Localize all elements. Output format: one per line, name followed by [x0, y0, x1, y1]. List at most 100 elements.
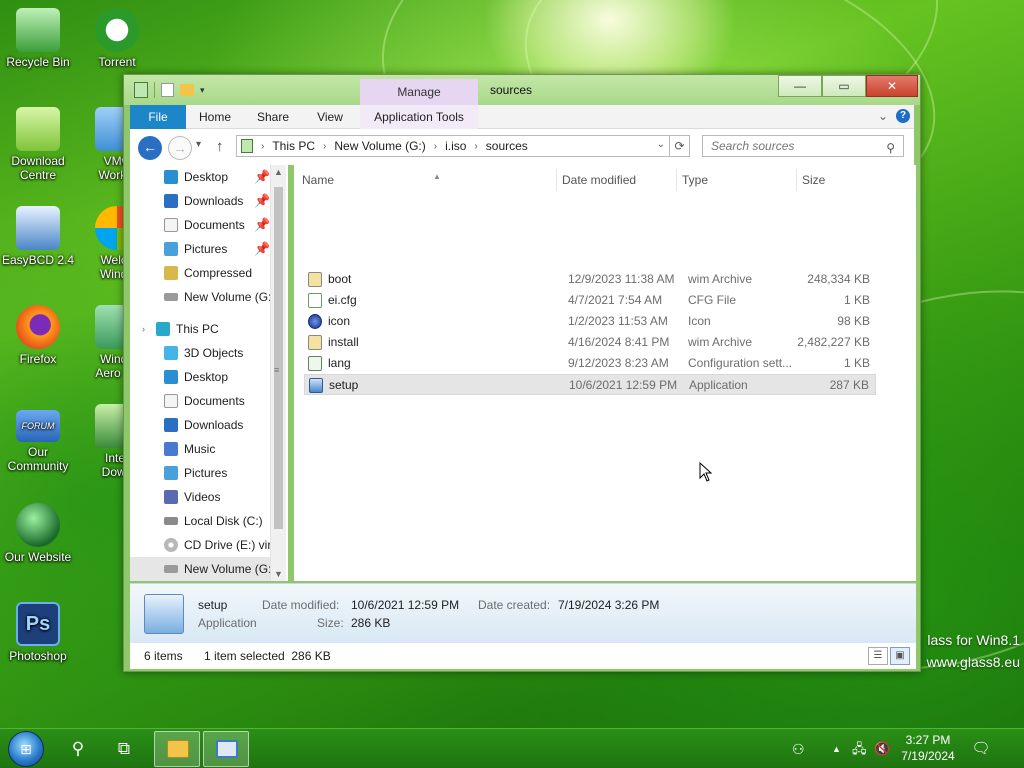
chevron-right-icon[interactable]: › — [474, 141, 477, 152]
refresh-button[interactable]: ⟳ — [670, 135, 690, 157]
recent-locations-icon[interactable]: ▾ — [196, 139, 201, 150]
nav-item-desktop-pc[interactable]: Desktop — [130, 365, 270, 389]
nav-item-local-disk-c[interactable]: Local Disk (C:) — [130, 509, 270, 533]
nav-item-documents[interactable]: Documents 📌 — [130, 213, 270, 237]
qat-dropdown-icon[interactable]: ▾ — [200, 85, 205, 96]
cfg-file-icon — [308, 293, 322, 308]
scrollbar-thumb[interactable] — [274, 187, 283, 529]
chevron-right-icon[interactable]: › — [323, 141, 326, 152]
show-hidden-icons-icon[interactable]: ▲ — [832, 729, 841, 768]
column-separator[interactable] — [556, 169, 557, 191]
nav-item-downloads[interactable]: Downloads 📌 — [130, 189, 270, 213]
scroll-down-arrow-icon[interactable]: ▼ — [274, 569, 283, 579]
breadcrumb-this-pc[interactable]: This PC — [272, 139, 315, 153]
nav-item-compressed[interactable]: Compressed — [130, 261, 270, 285]
desktop-icon — [164, 170, 178, 184]
nav-item-this-pc[interactable]: › This PC — [130, 317, 270, 341]
large-icons-view-icon[interactable]: ▣ — [890, 647, 910, 665]
breadcrumb-new-volume[interactable]: New Volume (G:) — [334, 139, 425, 153]
taskbar-file-explorer[interactable] — [154, 731, 200, 767]
nav-item-documents-pc[interactable]: Documents — [130, 389, 270, 413]
people-icon[interactable]: ⚇ — [792, 729, 805, 768]
nav-item-videos[interactable]: Videos — [130, 485, 270, 509]
taskbar-control-panel[interactable] — [203, 731, 249, 767]
desktop-icon-firefox[interactable]: Firefox — [0, 305, 76, 366]
column-header-type[interactable]: Type — [682, 173, 708, 187]
address-dropdown-icon[interactable]: ⌄ — [657, 139, 665, 150]
nav-item-new-volume-g[interactable]: New Volume (G: — [130, 557, 270, 581]
minimize-button[interactable]: — — [778, 75, 822, 97]
desktop-icon-photoshop[interactable]: Ps Photoshop — [0, 602, 76, 663]
search-input[interactable]: Search sources ⚲ — [702, 135, 904, 157]
globe-icon — [16, 503, 60, 547]
tab-file[interactable]: File — [130, 105, 186, 129]
desktop-icon-recycle-bin[interactable]: Recycle Bin — [0, 8, 76, 69]
file-row[interactable]: icon 1/2/2023 11:53 AM Icon 98 KB — [304, 311, 876, 332]
column-separator[interactable] — [676, 169, 677, 191]
column-header-size[interactable]: Size — [802, 173, 825, 187]
back-button[interactable]: ← — [138, 136, 162, 160]
scroll-up-arrow-icon[interactable]: ▲ — [274, 167, 283, 177]
nav-item-pictures[interactable]: Pictures 📌 — [130, 237, 270, 261]
file-row-selected[interactable]: setup 10/6/2021 12:59 PM Application 287… — [304, 374, 876, 395]
tab-share[interactable]: Share — [244, 105, 302, 129]
nav-item-pictures-pc[interactable]: Pictures — [130, 461, 270, 485]
details-file-name: setup — [198, 598, 228, 612]
forward-button[interactable]: → — [168, 136, 192, 160]
maximize-button[interactable]: ▭ — [822, 75, 866, 97]
file-row[interactable]: ei.cfg 4/7/2021 7:54 AM CFG File 1 KB — [304, 290, 876, 311]
drive-icon — [164, 293, 178, 301]
network-icon[interactable]: 🖧 — [852, 729, 867, 768]
properties-icon[interactable] — [161, 83, 174, 97]
new-folder-icon[interactable] — [180, 84, 194, 96]
clock-time: 3:27 PM — [905, 733, 951, 747]
start-button[interactable]: ⊞ — [8, 731, 44, 767]
file-row[interactable]: install 4/16/2024 8:41 PM wim Archive 2,… — [304, 332, 876, 353]
column-separator[interactable] — [796, 169, 797, 191]
breadcrumb-iso[interactable]: i.iso — [445, 139, 466, 153]
breadcrumb-sources[interactable]: sources — [486, 139, 528, 153]
title-bar[interactable]: ▾ Manage sources — ▭ ✕ — [124, 75, 920, 105]
chevron-right-icon[interactable]: › — [434, 141, 437, 152]
pin-icon: 📌 — [254, 193, 270, 208]
close-button[interactable]: ✕ — [866, 75, 918, 97]
desktop-icon-our-website[interactable]: Our Website — [0, 503, 76, 564]
this-pc-icon — [156, 322, 170, 336]
navigation-pane[interactable]: Desktop 📌 Downloads 📌 Documents 📌 Pictur… — [130, 165, 288, 581]
task-view-button[interactable]: ⧉ — [104, 733, 144, 765]
details-view-icon[interactable]: ☰ — [868, 647, 888, 665]
nav-item-new-volume-quick[interactable]: New Volume (G: — [130, 285, 270, 309]
file-row[interactable]: lang 9/12/2023 8:23 AM Configuration set… — [304, 353, 876, 374]
file-row[interactable]: boot 12/9/2023 11:38 AM wim Archive 248,… — [304, 269, 876, 290]
nav-item-downloads-pc[interactable]: Downloads — [130, 413, 270, 437]
file-list-pane[interactable]: Name ▲ Date modified Type Size boot 12/9… — [294, 165, 916, 581]
column-header-name[interactable]: Name ▲ — [302, 172, 441, 187]
desktop-icon-our-community[interactable]: FORUM Our Community — [0, 404, 76, 473]
up-button[interactable]: ↑ — [216, 138, 224, 155]
desktop-icon-torrent[interactable]: Torrent — [79, 8, 155, 69]
details-modified-label: Date modified: — [262, 598, 340, 612]
pin-icon: 📌 — [254, 241, 270, 256]
documents-icon — [164, 394, 178, 408]
action-center-icon[interactable]: 🗨 — [966, 729, 996, 768]
details-size-label: Size: — [317, 616, 344, 630]
expand-ribbon-icon[interactable]: ⌄ — [878, 109, 888, 123]
pane-splitter-grip[interactable]: ≡ — [274, 365, 279, 375]
column-header-date-modified[interactable]: Date modified — [562, 173, 636, 187]
volume-muted-icon[interactable]: 🔇 — [874, 729, 890, 768]
nav-item-music[interactable]: Music — [130, 437, 270, 461]
taskbar-clock[interactable]: 3:27 PM 7/19/2024 — [896, 732, 960, 764]
nav-item-desktop[interactable]: Desktop 📌 — [130, 165, 270, 189]
address-bar[interactable]: › This PC › New Volume (G:) › i.iso › so… — [236, 135, 670, 157]
help-icon[interactable]: ? — [896, 109, 910, 123]
tab-view[interactable]: View — [302, 105, 358, 129]
nav-item-3d-objects[interactable]: 3D Objects — [130, 341, 270, 365]
tab-application-tools[interactable]: Application Tools — [360, 105, 478, 129]
chevron-right-icon[interactable]: › — [261, 141, 264, 152]
tab-home[interactable]: Home — [186, 105, 244, 129]
desktop-icon-download-centre[interactable]: Download Centre — [0, 107, 76, 182]
nav-item-cd-drive-e[interactable]: CD Drive (E:) virt — [130, 533, 270, 557]
expand-arrow-icon[interactable]: › — [142, 317, 145, 341]
search-button[interactable]: ⚲ — [58, 733, 98, 765]
desktop-icon-easybcd[interactable]: EasyBCD 2.4 — [0, 206, 76, 267]
